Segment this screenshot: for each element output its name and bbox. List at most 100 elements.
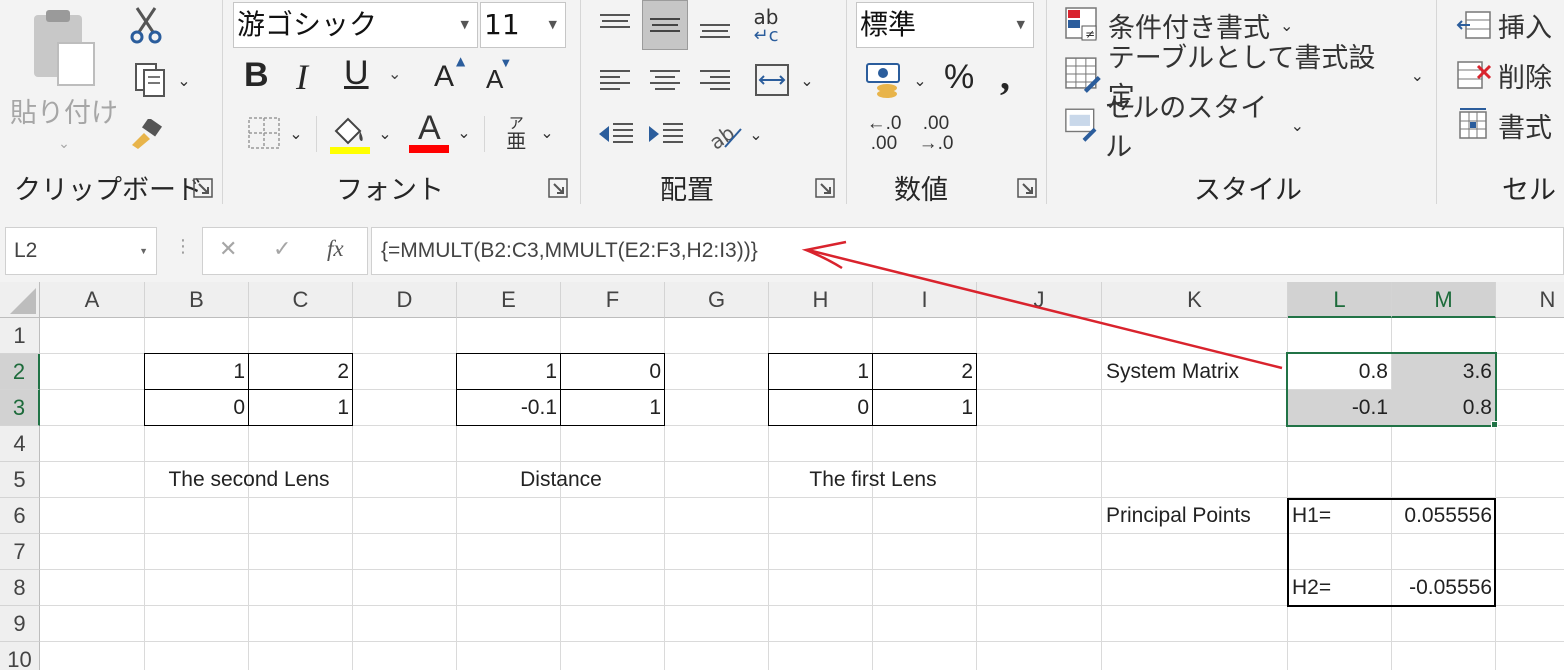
column-header-l[interactable]: L <box>1288 282 1392 318</box>
cell-e5[interactable]: Distance <box>457 462 665 498</box>
worksheet-grid[interactable]: A B C D E F G H I J K L M N 1 2 3 4 5 6 … <box>0 282 1564 670</box>
bold-button[interactable]: B <box>244 56 269 95</box>
increase-decimal-button[interactable]: ←.0 .00 <box>860 112 908 156</box>
column-header-i[interactable]: I <box>873 282 977 318</box>
row-header-1[interactable]: 1 <box>0 318 40 354</box>
column-header-h[interactable]: H <box>769 282 873 318</box>
merge-center-button[interactable]: ⌄ <box>744 58 824 102</box>
cell-l8[interactable]: H2= <box>1288 570 1392 606</box>
insert-button[interactable]: 挿入 <box>1456 2 1564 48</box>
wrap-text-button[interactable]: ab ↵c <box>744 4 788 48</box>
cell-styles-button[interactable]: セルのスタイル ⌄ <box>1064 93 1304 163</box>
decrease-indent-button[interactable] <box>594 112 638 156</box>
increase-indent-button[interactable] <box>644 112 688 156</box>
align-right-button[interactable] <box>694 58 736 102</box>
copy-button[interactable]: ⌄ <box>124 58 200 102</box>
column-header-e[interactable]: E <box>457 282 561 318</box>
delete-button[interactable]: 削除 <box>1456 52 1564 98</box>
row-header-3[interactable]: 3 <box>0 390 40 426</box>
cell-m3[interactable]: 0.8 <box>1392 390 1496 426</box>
row-header-9[interactable]: 9 <box>0 606 40 642</box>
font-name-combo[interactable]: 游ゴシック ▼ <box>233 2 478 48</box>
column-header-f[interactable]: F <box>561 282 665 318</box>
cell-h5[interactable]: The first Lens <box>769 462 977 498</box>
cell-k6[interactable]: Principal Points <box>1102 498 1288 534</box>
dialog-launcher-icon[interactable] <box>815 178 835 198</box>
column-header-a[interactable]: A <box>40 282 145 318</box>
cell-e2[interactable]: 1 <box>457 354 561 390</box>
cell-m8[interactable]: -0.05556 <box>1392 570 1496 606</box>
select-all-corner[interactable] <box>0 282 40 318</box>
cell-i3[interactable]: 1 <box>873 390 977 426</box>
borders-button[interactable]: ⌄ <box>240 112 310 154</box>
row-header-2[interactable]: 2 <box>0 354 40 390</box>
cell-b3[interactable]: 0 <box>145 390 249 426</box>
column-header-b[interactable]: B <box>145 282 249 318</box>
align-top-button[interactable] <box>594 4 636 48</box>
column-header-g[interactable]: G <box>665 282 769 318</box>
column-header-c[interactable]: C <box>249 282 353 318</box>
underline-button[interactable]: U <box>344 54 369 93</box>
shrink-font-button[interactable]: A <box>486 64 503 95</box>
cell-l2[interactable]: 0.8 <box>1288 354 1392 390</box>
column-header-n[interactable]: N <box>1496 282 1564 318</box>
row-header-8[interactable]: 8 <box>0 570 40 606</box>
row-header-10[interactable]: 10 <box>0 642 40 670</box>
name-box[interactable]: L2 ▼ <box>5 227 157 275</box>
column-header-d[interactable]: D <box>353 282 457 318</box>
fill-color-button[interactable]: ⌄ <box>324 110 396 156</box>
cut-button[interactable] <box>124 4 168 46</box>
align-middle-button[interactable] <box>642 0 688 50</box>
shrink-caret-icon: ▼ <box>502 58 510 69</box>
column-header-k[interactable]: K <box>1102 282 1288 318</box>
italic-button[interactable]: I <box>296 56 308 98</box>
column-header-j[interactable]: J <box>977 282 1102 318</box>
cell-m2[interactable]: 3.6 <box>1392 354 1496 390</box>
percent-button[interactable]: % <box>944 58 974 97</box>
decrease-decimal-button[interactable]: .00 →.0 <box>912 112 960 156</box>
paste-button[interactable]: 貼り付け ⌄ <box>8 4 120 154</box>
grow-font-button[interactable]: A <box>434 60 454 94</box>
font-color-button[interactable]: A ⌄ <box>404 108 476 156</box>
align-center-button[interactable] <box>644 58 686 102</box>
dialog-launcher-icon[interactable] <box>193 178 213 198</box>
row-header-5[interactable]: 5 <box>0 462 40 498</box>
number-format-combo[interactable]: 標準 ▼ <box>856 2 1034 48</box>
row-header-6[interactable]: 6 <box>0 498 40 534</box>
cell-l6[interactable]: H1= <box>1288 498 1392 534</box>
column-header-m[interactable]: M <box>1392 282 1496 318</box>
cell-h3[interactable]: 0 <box>769 390 873 426</box>
insert-function-icon[interactable]: fx <box>327 236 344 262</box>
cell-k2[interactable]: System Matrix <box>1102 354 1288 390</box>
chevron-down-icon[interactable]: ⌄ <box>388 64 401 83</box>
orientation-button[interactable]: ab ⌄ <box>700 112 768 156</box>
comma-button[interactable]: , <box>1000 52 1010 99</box>
cell-c3[interactable]: 1 <box>249 390 353 426</box>
cancel-icon[interactable]: ✕ <box>219 237 237 262</box>
format-cells-button[interactable]: 書式 <box>1456 102 1564 148</box>
cell-b5[interactable]: The second Lens <box>145 462 353 498</box>
font-size-combo[interactable]: 11 ▼ <box>480 2 566 48</box>
cell-c2[interactable]: 2 <box>249 354 353 390</box>
row-header-4[interactable]: 4 <box>0 426 40 462</box>
cell-l3[interactable]: -0.1 <box>1288 390 1392 426</box>
dialog-launcher-icon[interactable] <box>1017 178 1037 198</box>
cell-f3[interactable]: 1 <box>561 390 665 426</box>
align-left-button[interactable] <box>594 58 636 102</box>
cell-b2[interactable]: 1 <box>145 354 249 390</box>
row-header-7[interactable]: 7 <box>0 534 40 570</box>
phonetic-button[interactable]: ア 亜 ⌄ <box>496 108 564 156</box>
align-bottom-button[interactable] <box>694 4 736 48</box>
accounting-format-button[interactable]: ⌄ <box>858 56 934 104</box>
font-name-value: 游ゴシック <box>237 8 378 41</box>
format-painter-button[interactable] <box>124 114 168 156</box>
cell-i2[interactable]: 2 <box>873 354 977 390</box>
dialog-launcher-icon[interactable] <box>548 178 568 198</box>
cell-e3[interactable]: -0.1 <box>457 390 561 426</box>
enter-icon[interactable]: ✓ <box>273 237 291 262</box>
cell-m6[interactable]: 0.055556 <box>1392 498 1496 534</box>
formula-input[interactable]: {=MMULT(B2:C3,MMULT(E2:F3,H2:I3))} <box>371 227 1564 275</box>
cell-f2[interactable]: 0 <box>561 354 665 390</box>
cell-h2[interactable]: 1 <box>769 354 873 390</box>
more-options-icon[interactable]: ⋮ <box>174 238 192 256</box>
